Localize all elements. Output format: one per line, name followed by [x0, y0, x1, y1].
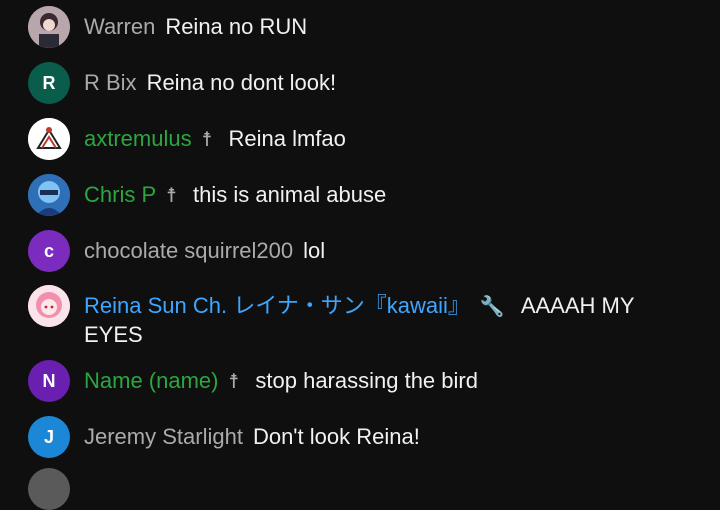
message-text: Reina no dont look! — [146, 70, 337, 95]
live-chat-list: Warren Reina no RUN R R Bix Reina no dont … — [0, 0, 720, 510]
author-name[interactable]: chocolate squirrel200 — [84, 238, 293, 263]
message-text: stop harassing the bird — [255, 368, 478, 393]
avatar[interactable] — [28, 118, 70, 160]
avatar[interactable] — [28, 174, 70, 216]
avatar-letter: c — [43, 240, 54, 261]
chat-message: J Jeremy Starlight Don't look Reina! — [28, 416, 708, 458]
avatar[interactable]: N — [28, 360, 70, 402]
avatar[interactable]: R — [28, 62, 70, 104]
chat-message: Warren Reina no RUN — [28, 6, 708, 48]
avatar-letter: R — [42, 72, 56, 93]
avatar[interactable] — [28, 285, 70, 327]
avatar[interactable] — [28, 6, 70, 48]
author-name[interactable]: Jeremy Starlight — [84, 424, 243, 449]
verified-cross-icon: ☨ — [166, 185, 178, 207]
chat-message: Chris P ☨ this is animal abuse — [28, 174, 708, 216]
message-text: this is animal abuse — [193, 182, 387, 207]
author-name[interactable]: Name (name) — [84, 368, 218, 393]
avatar-letter: J — [43, 426, 54, 447]
chat-message: R R Bix Reina no dont look! — [28, 62, 708, 104]
author-name[interactable]: Reina Sun Ch. レイナ・サン『kawaii』 — [84, 293, 470, 318]
wrench-icon: 🔧 — [479, 296, 505, 318]
chat-message: N Name (name) ☨ stop harassing the bird — [28, 360, 708, 402]
message-text: Don't look Reina! — [252, 424, 420, 449]
author-name[interactable]: Warren — [84, 14, 155, 39]
chat-message: c chocolate squirrel200 lol — [28, 230, 708, 272]
verified-cross-icon: ☨ — [228, 371, 240, 393]
message-text: Reina no RUN — [165, 14, 308, 39]
author-name[interactable]: Chris P — [84, 182, 156, 207]
message-text: lol — [303, 238, 326, 263]
verified-cross-icon: ☨ — [201, 129, 213, 151]
chat-message: axtremulus ☨ Reina lmfao — [28, 118, 708, 160]
avatar-letter: N — [42, 370, 56, 391]
chat-message: Reina Sun Ch. レイナ・サン『kawaii』 🔧 AAAAH MY EY… — [28, 285, 708, 349]
avatar[interactable] — [28, 468, 70, 510]
author-name[interactable]: axtremulus — [84, 126, 192, 151]
avatar[interactable]: c — [28, 230, 70, 272]
avatar[interactable]: J — [28, 416, 70, 458]
author-name[interactable]: R Bix — [84, 70, 137, 95]
message-text: Reina lmfao — [228, 126, 346, 151]
